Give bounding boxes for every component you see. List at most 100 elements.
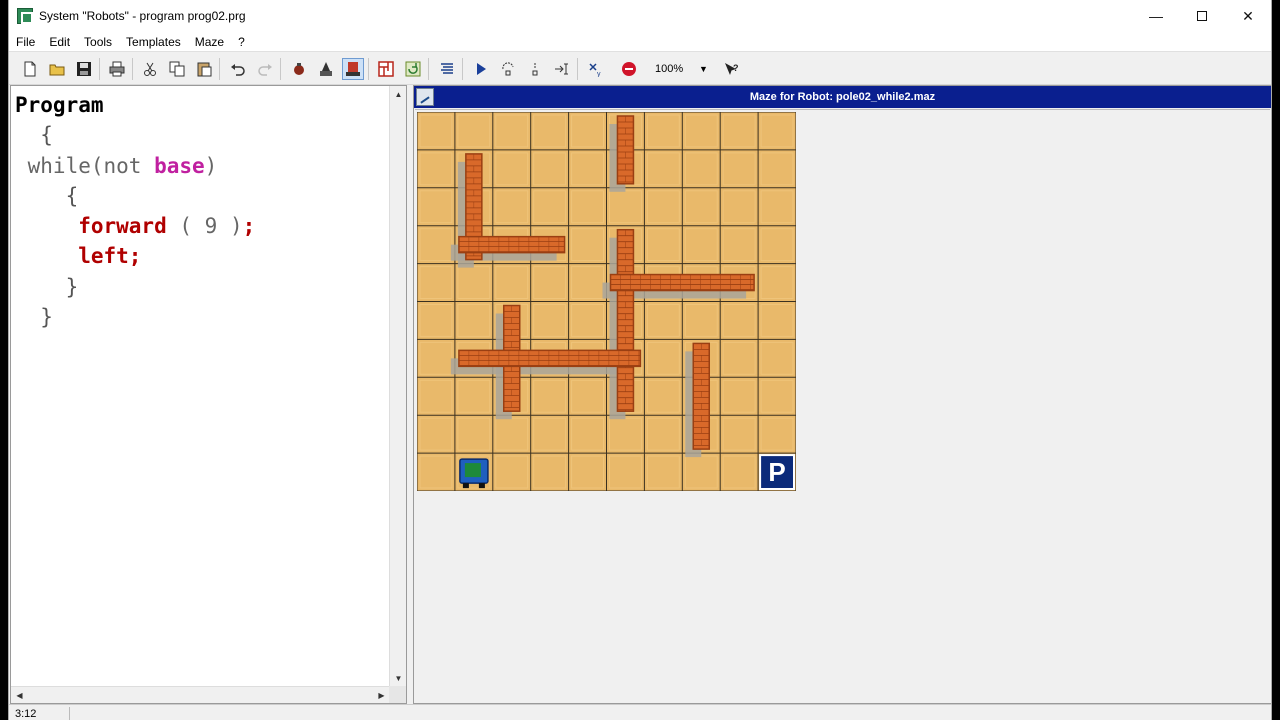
keyword-program: Program	[15, 93, 104, 117]
editor-vertical-scrollbar[interactable]: ▲ ▼	[389, 86, 406, 687]
maze-editor-icon	[346, 62, 360, 76]
print-icon	[109, 61, 125, 77]
svg-text:?: ?	[733, 63, 739, 73]
menu-file[interactable]: File	[9, 35, 42, 49]
code-line: while(not base)	[15, 151, 255, 181]
code-line: Program	[15, 90, 255, 120]
print-button[interactable]	[106, 58, 128, 80]
menu-maze[interactable]: Maze	[188, 35, 231, 49]
run-button[interactable]	[470, 58, 492, 80]
new-file-button[interactable]	[19, 58, 41, 80]
redo-button[interactable]	[254, 58, 276, 80]
step-over-button[interactable]	[524, 58, 546, 80]
open-folder-icon	[49, 64, 65, 76]
maze-title: Maze for Robot: pole02_while2.maz	[749, 91, 936, 103]
maze-grid[interactable]: P	[417, 112, 796, 491]
copy-icon	[169, 61, 185, 77]
breakpoint-button[interactable]: y	[585, 58, 607, 80]
maze-title-bar: Maze for Robot: pole02_while2.maz	[414, 86, 1271, 108]
stop-icon	[622, 62, 636, 76]
code-line: {	[15, 181, 255, 211]
maximize-button[interactable]	[1179, 0, 1225, 32]
svg-text:y: y	[597, 71, 601, 77]
copy-button[interactable]	[166, 58, 188, 80]
step-cursor-button[interactable]	[551, 58, 573, 80]
align-button[interactable]	[436, 58, 458, 80]
menu-bar: File Edit Tools Templates Maze ?	[9, 32, 1271, 52]
save-icon	[77, 62, 91, 76]
maze-wall	[609, 273, 755, 292]
scroll-right-icon[interactable]: ▶	[373, 687, 390, 703]
status-bar: 3:12	[9, 704, 1271, 720]
maze-grid-button[interactable]	[375, 58, 397, 80]
toolbar: y 100% ▼ ?	[9, 52, 1271, 85]
step-into-icon	[502, 62, 514, 76]
scrollbar-corner	[389, 686, 406, 703]
run-icon	[477, 63, 486, 75]
step-into-button[interactable]	[497, 58, 519, 80]
minimize-icon: —	[1149, 8, 1163, 24]
code-line: {	[15, 120, 255, 150]
code-brace: {	[15, 123, 53, 148]
cursor-position: 3:12	[15, 708, 37, 720]
code-line: left;	[15, 241, 255, 271]
maze-area: P	[415, 109, 1270, 703]
wizard-button[interactable]	[315, 58, 337, 80]
refresh-button[interactable]	[402, 58, 424, 80]
code-brace: }	[15, 305, 53, 330]
code-semicolon: ;	[242, 214, 256, 239]
undo-button[interactable]	[227, 58, 249, 80]
maze-wall	[616, 115, 635, 185]
paste-button[interactable]	[193, 58, 215, 80]
robot-button[interactable]	[288, 58, 310, 80]
keyword-while: while(not	[15, 153, 155, 178]
chevron-down-icon[interactable]: ▼	[699, 60, 708, 78]
paste-icon	[197, 62, 212, 77]
close-icon: ✕	[1242, 7, 1254, 24]
minimize-button[interactable]: —	[1133, 0, 1179, 32]
base-label: P	[768, 457, 785, 487]
align-icon	[441, 63, 453, 74]
save-button[interactable]	[73, 58, 95, 80]
redo-icon	[258, 64, 272, 76]
new-file-icon	[24, 61, 36, 77]
maze-panel: Maze for Robot: pole02_while2.maz P	[413, 85, 1271, 704]
code-brace: {	[15, 183, 79, 208]
maze-editor-button[interactable]	[342, 58, 364, 80]
code-semicolon: ;	[128, 244, 142, 269]
command-forward: forward	[78, 214, 167, 239]
maze-window-icon[interactable]	[416, 88, 434, 106]
code-text[interactable]: Program { while(not base) { forward ( 9 …	[15, 90, 255, 332]
scroll-left-icon[interactable]: ◀	[11, 687, 28, 703]
scroll-down-icon[interactable]: ▼	[390, 670, 406, 687]
title-bar: System "Robots" - program prog02.prg — ✕	[9, 0, 1271, 32]
undo-icon	[231, 64, 245, 76]
app-icon	[17, 8, 33, 24]
code-line: }	[15, 302, 255, 332]
menu-tools[interactable]: Tools	[77, 35, 119, 49]
refresh-icon	[405, 61, 421, 77]
editor-horizontal-scrollbar[interactable]: ◀ ▶	[11, 686, 390, 703]
menu-edit[interactable]: Edit	[42, 35, 77, 49]
robot-icon	[459, 458, 489, 489]
stop-button[interactable]	[618, 58, 640, 80]
menu-templates[interactable]: Templates	[119, 35, 188, 49]
command-left: left	[78, 244, 129, 269]
maze-wall	[458, 349, 642, 368]
code-editor[interactable]: Program { while(not base) { forward ( 9 …	[10, 85, 407, 704]
cut-icon	[144, 62, 156, 76]
close-button[interactable]: ✕	[1225, 0, 1271, 32]
menu-help[interactable]: ?	[231, 35, 252, 49]
breakpoint-icon: y	[589, 63, 601, 77]
step-over-icon	[532, 63, 538, 76]
maximize-icon	[1197, 11, 1207, 21]
maze-grid-icon	[378, 61, 394, 77]
help-button[interactable]: ?	[721, 58, 743, 80]
code-argument: ( 9 )	[166, 214, 243, 239]
open-button[interactable]	[46, 58, 68, 80]
scroll-up-icon[interactable]: ▲	[390, 86, 406, 103]
code-brace: }	[15, 274, 79, 299]
cut-button[interactable]	[139, 58, 161, 80]
